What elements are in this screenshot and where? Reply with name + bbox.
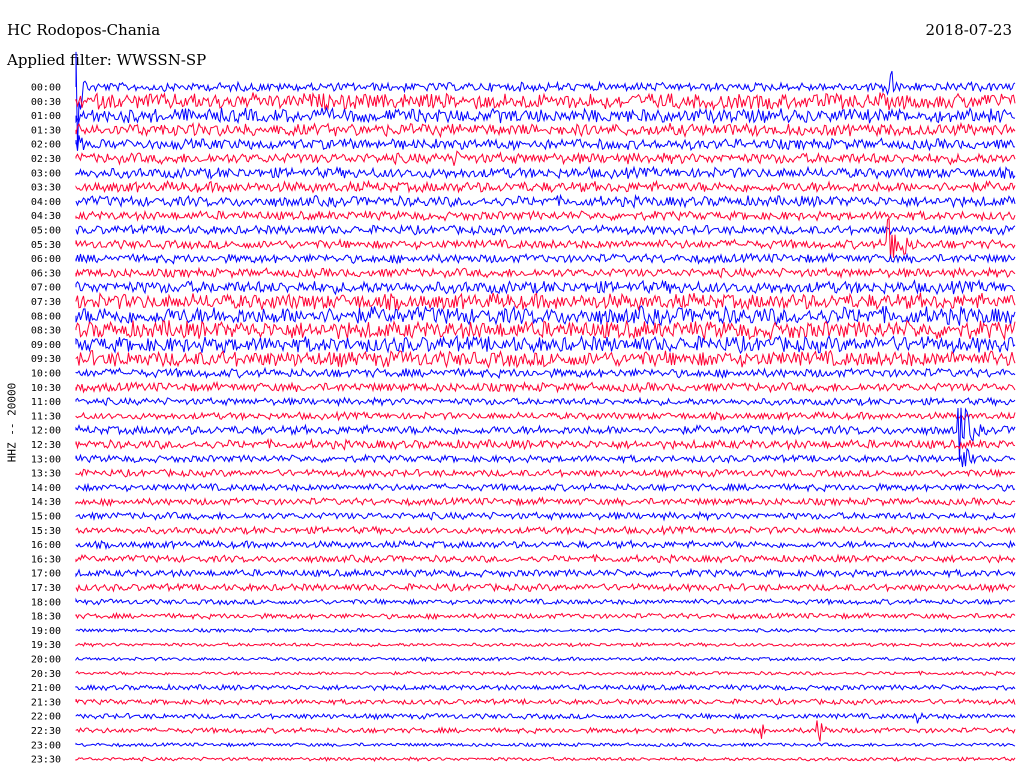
trace-row bbox=[75, 524, 1016, 536]
time-label: 23:00 bbox=[31, 740, 61, 751]
trace-row bbox=[75, 656, 1016, 663]
time-label: 02:30 bbox=[31, 154, 61, 165]
time-label: 20:00 bbox=[31, 655, 61, 666]
time-label: 14:00 bbox=[31, 483, 61, 494]
time-label: 07:00 bbox=[31, 283, 61, 294]
trace-row bbox=[75, 553, 1016, 564]
trace-row bbox=[75, 670, 1016, 677]
trace-row bbox=[75, 396, 1016, 408]
trace-row bbox=[75, 742, 1016, 748]
trace-row bbox=[75, 597, 1016, 606]
time-label: 04:30 bbox=[31, 211, 61, 222]
trace-row bbox=[75, 366, 1016, 380]
time-label: 13:00 bbox=[31, 454, 61, 465]
trace-row bbox=[75, 437, 1016, 451]
trace-row bbox=[75, 266, 1016, 280]
trace-row bbox=[75, 135, 1016, 152]
time-label: 16:30 bbox=[31, 554, 61, 565]
time-label: 21:00 bbox=[31, 683, 61, 694]
trace-layer bbox=[75, 51, 1016, 763]
trace-row bbox=[75, 292, 1016, 312]
time-label: 00:00 bbox=[31, 83, 61, 94]
time-label: 22:00 bbox=[31, 712, 61, 723]
trace-row bbox=[75, 209, 1016, 222]
time-label: 10:30 bbox=[31, 383, 61, 394]
time-label: 08:00 bbox=[31, 311, 61, 322]
time-label: 17:00 bbox=[31, 569, 61, 580]
trace-row bbox=[75, 627, 1016, 634]
time-label: 13:30 bbox=[31, 469, 61, 480]
trace-row bbox=[75, 567, 1016, 579]
trace-row bbox=[75, 468, 1016, 479]
trace-row bbox=[75, 121, 1016, 139]
time-label: 03:30 bbox=[31, 183, 61, 194]
time-label: 11:30 bbox=[31, 411, 61, 422]
trace-row bbox=[75, 319, 1016, 341]
trace-row bbox=[75, 150, 1016, 166]
time-label: 18:00 bbox=[31, 597, 61, 608]
time-label: 09:30 bbox=[31, 354, 61, 365]
time-label: 07:30 bbox=[31, 297, 61, 308]
trace-row bbox=[75, 539, 1016, 551]
time-label: 16:00 bbox=[31, 540, 61, 551]
time-label: 19:30 bbox=[31, 640, 61, 651]
trace-row bbox=[75, 611, 1016, 621]
time-label: 05:30 bbox=[31, 240, 61, 251]
trace-row bbox=[75, 496, 1016, 508]
trace-row bbox=[75, 447, 1016, 468]
trace-row bbox=[75, 92, 1016, 111]
trace-row bbox=[75, 697, 1016, 706]
time-label: 08:30 bbox=[31, 326, 61, 337]
time-label: 20:30 bbox=[31, 669, 61, 680]
time-label: 04:00 bbox=[31, 197, 61, 208]
time-label: 11:00 bbox=[31, 397, 61, 408]
trace-row bbox=[75, 278, 1016, 296]
time-label: 18:30 bbox=[31, 612, 61, 623]
trace-row bbox=[75, 251, 1016, 265]
trace-row bbox=[75, 482, 1016, 493]
time-label: 09:00 bbox=[31, 340, 61, 351]
time-label: 19:00 bbox=[31, 626, 61, 637]
trace-row bbox=[75, 582, 1016, 594]
trace-row bbox=[75, 641, 1016, 648]
trace-row bbox=[75, 106, 1016, 125]
time-label: 21:30 bbox=[31, 697, 61, 708]
trace-row bbox=[75, 223, 1016, 237]
trace-row bbox=[75, 179, 1016, 194]
time-label: 00:30 bbox=[31, 97, 61, 108]
trace-row bbox=[75, 410, 1016, 422]
time-label: 15:00 bbox=[31, 512, 61, 523]
time-label: 17:30 bbox=[31, 583, 61, 594]
trace-row bbox=[75, 510, 1016, 522]
trace-row bbox=[75, 334, 1016, 355]
time-labels: 00:00 00:30 01:00 01:30 02:00 02:30 03:00 03:30… bbox=[31, 83, 61, 766]
time-label: 12:30 bbox=[31, 440, 61, 451]
trace-row bbox=[75, 380, 1016, 394]
time-label: 06:00 bbox=[31, 254, 61, 265]
trace-row bbox=[75, 349, 1016, 369]
time-label: 14:30 bbox=[31, 497, 61, 508]
time-label: 06:30 bbox=[31, 268, 61, 279]
trace-row bbox=[75, 711, 1016, 724]
seismogram-plot: 00:00 00:30 01:00 01:30 02:00 02:30 03:00 03:30… bbox=[31, 51, 1016, 766]
trace-row bbox=[75, 756, 1016, 763]
time-label: 23:30 bbox=[31, 755, 61, 766]
time-label: 02:00 bbox=[31, 140, 61, 151]
time-label: 01:30 bbox=[31, 125, 61, 136]
time-label: 03:00 bbox=[31, 168, 61, 179]
trace-row bbox=[75, 193, 1016, 209]
time-label: 05:00 bbox=[31, 226, 61, 237]
trace-row bbox=[75, 720, 1016, 742]
time-label: 01:00 bbox=[31, 111, 61, 122]
time-label: 22:30 bbox=[31, 726, 61, 737]
time-label: 15:30 bbox=[31, 526, 61, 537]
time-label: 12:00 bbox=[31, 426, 61, 437]
trace-row bbox=[75, 216, 1016, 259]
time-label: 10:00 bbox=[31, 369, 61, 380]
trace-row bbox=[75, 165, 1016, 180]
trace-row bbox=[75, 683, 1016, 692]
